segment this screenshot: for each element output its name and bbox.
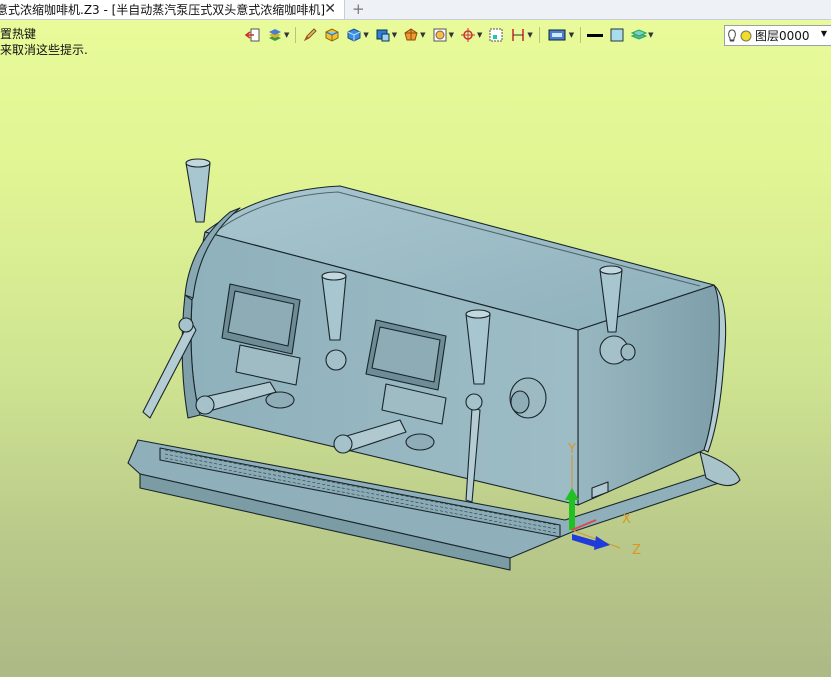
axis-label-z: Z <box>632 543 641 558</box>
coffee-machine-model[interactable] <box>0 0 831 677</box>
axis-label-y: Y <box>568 442 576 457</box>
axis-label-x: X <box>622 512 631 527</box>
steam-tower <box>185 159 211 223</box>
y-axis-arrow <box>569 498 575 530</box>
